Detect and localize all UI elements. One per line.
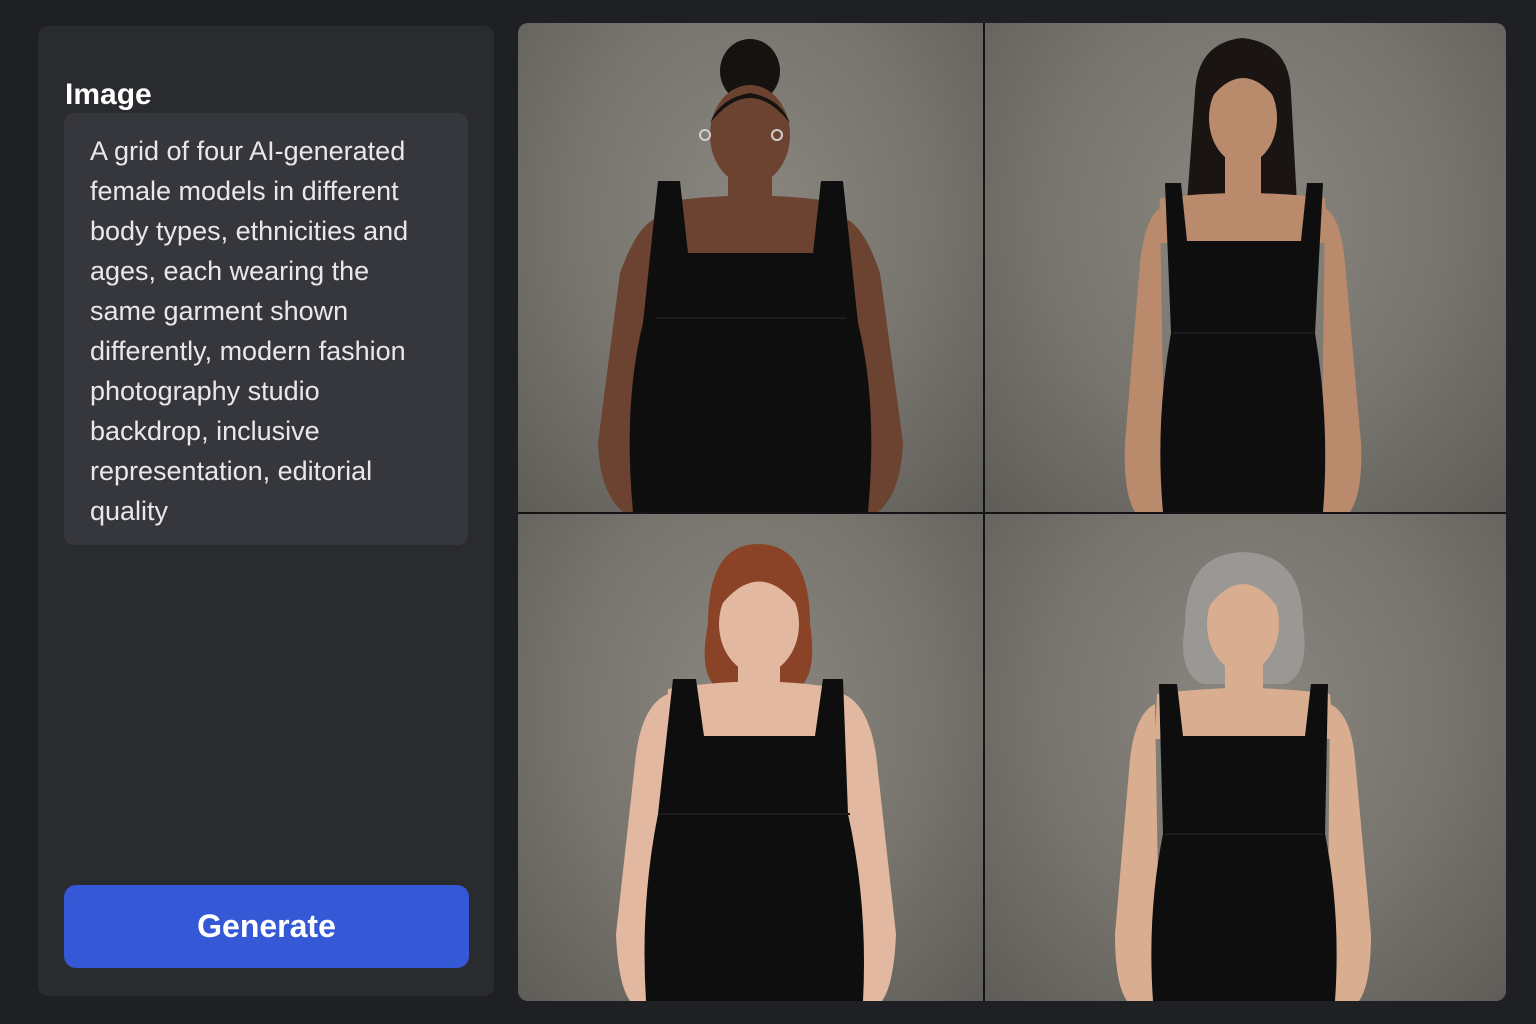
model-illustration-4 (1115, 552, 1371, 1001)
model-photo-4[interactable] (985, 514, 1506, 1001)
panel-title: Image (65, 78, 152, 111)
model-illustration-2 (1124, 38, 1362, 512)
image-grid (518, 23, 1506, 1001)
model-photo-2[interactable] (985, 23, 1506, 512)
model-illustration-1 (598, 39, 903, 512)
model-photo-3[interactable] (518, 514, 983, 1001)
prompt-text: A grid of four AI-generated female model… (90, 136, 409, 526)
model-illustration-3 (616, 544, 896, 1001)
model-photo-1[interactable] (518, 23, 983, 512)
generate-button[interactable]: Generate (64, 885, 469, 968)
prompt-textarea[interactable]: A grid of four AI-generated female model… (64, 113, 468, 545)
prompt-panel: Image A grid of four AI-generated female… (38, 26, 494, 996)
